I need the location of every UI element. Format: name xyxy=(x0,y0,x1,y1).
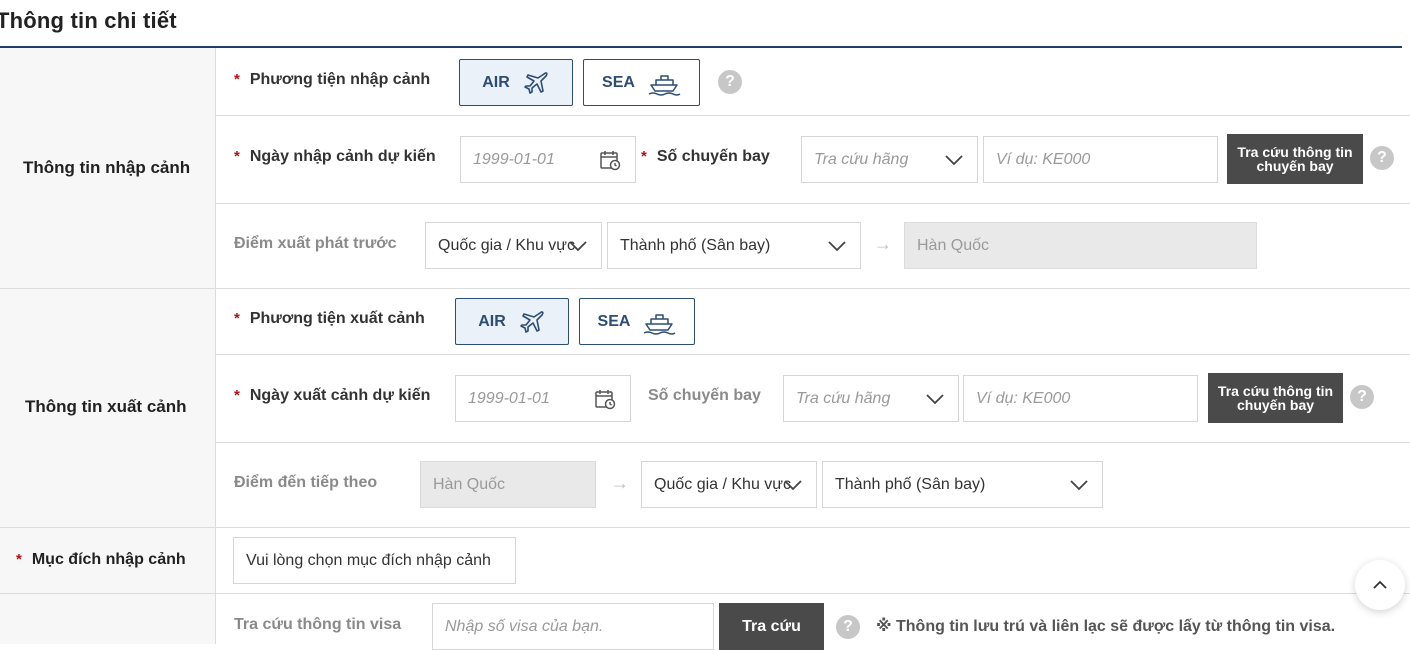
required-marker: * xyxy=(234,148,240,165)
exit-flight-lookup-button[interactable]: Tra cứu thông tin chuyến bay xyxy=(1208,373,1343,423)
exit-flight-number-input[interactable]: Ví dụ: KE000 xyxy=(963,375,1198,422)
exit-air-button[interactable]: AIR xyxy=(455,298,569,345)
required-marker: * xyxy=(16,551,22,568)
chevron-down-icon xyxy=(828,240,846,251)
chevron-down-icon xyxy=(945,154,963,165)
exit-date-text: Ngày xuất cảnh dự kiến xyxy=(249,387,431,404)
chevron-down-icon xyxy=(1070,479,1088,490)
city-select-value: Thành phố (Sân bay) xyxy=(620,236,771,254)
exit-section-label: Thông tin xuất cảnh xyxy=(25,397,187,416)
entry-destination-field: Hàn Quốc xyxy=(904,222,1257,269)
section-divider xyxy=(0,593,1410,594)
visa-placeholder: Nhập số visa của bạn. xyxy=(445,617,604,635)
column-divider xyxy=(215,48,216,644)
purpose-select[interactable]: Vui lòng chọn mục đích nhập cảnh xyxy=(233,537,516,584)
exit-next-label: Điểm đến tiếp theo xyxy=(234,474,378,491)
required-marker: * xyxy=(234,387,240,404)
exit-transport-label: * Phương tiện xuất cảnh xyxy=(234,310,425,328)
visa-number-input[interactable]: Nhập số visa của bạn. xyxy=(432,603,714,650)
sea-label: SEA xyxy=(597,312,631,330)
help-icon[interactable]: ? xyxy=(836,615,860,639)
visa-lookup-label: Tra cứu thông tin visa xyxy=(234,616,402,633)
country-select-value: Quốc gia / Khu vực xyxy=(654,475,791,493)
exit-origin-field: Hàn Quốc xyxy=(420,461,596,508)
required-marker: * xyxy=(234,310,240,327)
entry-airline-select[interactable]: Tra cứu hãng xyxy=(801,136,978,183)
air-label: AIR xyxy=(482,73,510,91)
entry-section-label: Thông tin nhập cảnh xyxy=(23,158,191,177)
entry-country-select[interactable]: Quốc gia / Khu vực xyxy=(425,222,602,269)
help-icon[interactable]: ? xyxy=(1350,385,1374,409)
airline-placeholder: Tra cứu hãng xyxy=(796,389,891,407)
row-divider xyxy=(215,203,1410,204)
section-divider xyxy=(0,288,1410,289)
country-select-value: Quốc gia / Khu vực xyxy=(438,236,575,254)
sea-label: SEA xyxy=(602,73,635,91)
purpose-text: Mục đích nhập cảnh xyxy=(31,551,186,568)
scroll-top-button[interactable] xyxy=(1355,560,1405,610)
row-divider xyxy=(215,442,1410,443)
airplane-icon xyxy=(519,310,544,333)
exit-date-label: * Ngày xuất cảnh dự kiến xyxy=(234,387,430,405)
destination-value: Hàn Quốc xyxy=(917,236,990,254)
exit-transport-text: Phương tiện xuất cảnh xyxy=(249,310,425,327)
city-select-value: Thành phố (Sân bay) xyxy=(835,475,986,493)
calendar-icon[interactable] xyxy=(594,388,616,410)
calendar-icon[interactable] xyxy=(599,149,621,171)
entry-flight-label: * Số chuyến bay xyxy=(641,148,770,166)
entry-departure-label: Điểm xuất phát trước xyxy=(234,235,397,252)
purpose-label: * Mục đích nhập cảnh xyxy=(16,551,186,569)
entry-sea-button[interactable]: SEA xyxy=(583,59,700,106)
help-icon[interactable]: ? xyxy=(1370,146,1394,170)
origin-value: Hàn Quốc xyxy=(433,475,506,493)
entry-flight-text: Số chuyến bay xyxy=(656,148,770,165)
exit-sea-button[interactable]: SEA xyxy=(579,298,695,345)
flight-placeholder: Ví dụ: KE000 xyxy=(996,150,1091,168)
exit-city-select[interactable]: Thành phố (Sân bay) xyxy=(822,461,1103,508)
entry-flight-lookup-button[interactable]: Tra cứu thông tin chuyến bay xyxy=(1227,134,1363,184)
air-label: AIR xyxy=(478,312,506,330)
required-marker: * xyxy=(641,148,647,165)
entry-date-input[interactable]: 1999-01-01 xyxy=(460,136,636,183)
arrow-icon: → xyxy=(874,234,892,254)
chevron-up-icon xyxy=(1373,580,1387,589)
help-icon[interactable]: ? xyxy=(718,70,742,94)
flight-placeholder: Ví dụ: KE000 xyxy=(976,389,1071,407)
entry-flight-number-input[interactable]: Ví dụ: KE000 xyxy=(983,136,1218,183)
ship-icon xyxy=(644,313,676,335)
date-placeholder: 1999-01-01 xyxy=(473,150,555,168)
page-title: Thông tin chi tiết xyxy=(0,8,177,33)
airline-placeholder: Tra cứu hãng xyxy=(814,150,909,168)
exit-date-input[interactable]: 1999-01-01 xyxy=(455,375,631,422)
required-marker: * xyxy=(234,71,240,88)
entry-city-select[interactable]: Thành phố (Sân bay) xyxy=(607,222,861,269)
purpose-placeholder: Vui lòng chọn mục đích nhập cảnh xyxy=(246,551,491,569)
entry-air-button[interactable]: AIR xyxy=(459,59,573,106)
entry-date-text: Ngày nhập cảnh dự kiến xyxy=(249,148,436,165)
visa-lookup-button[interactable]: Tra cứu xyxy=(719,603,824,650)
exit-country-select[interactable]: Quốc gia / Khu vực xyxy=(641,461,817,508)
entry-date-label: * Ngày nhập cảnh dự kiến xyxy=(234,148,436,166)
airplane-icon xyxy=(523,71,548,94)
entry-transport-label: * Phương tiện nhập cảnh xyxy=(234,71,430,89)
arrow-icon: → xyxy=(611,473,629,493)
row-divider xyxy=(215,115,1410,116)
date-placeholder: 1999-01-01 xyxy=(468,389,550,407)
visa-note: ※ Thông tin lưu trú và liên lạc sẽ được … xyxy=(876,618,1336,635)
ship-icon xyxy=(648,74,681,96)
exit-airline-select[interactable]: Tra cứu hãng xyxy=(783,375,959,422)
chevron-down-icon xyxy=(926,393,944,404)
chevron-down-icon xyxy=(569,240,587,251)
section-divider xyxy=(0,527,1410,528)
entry-transport-text: Phương tiện nhập cảnh xyxy=(249,71,431,88)
chevron-down-icon xyxy=(784,479,802,490)
row-divider xyxy=(215,354,1410,355)
exit-flight-label: Số chuyến bay xyxy=(648,387,761,404)
